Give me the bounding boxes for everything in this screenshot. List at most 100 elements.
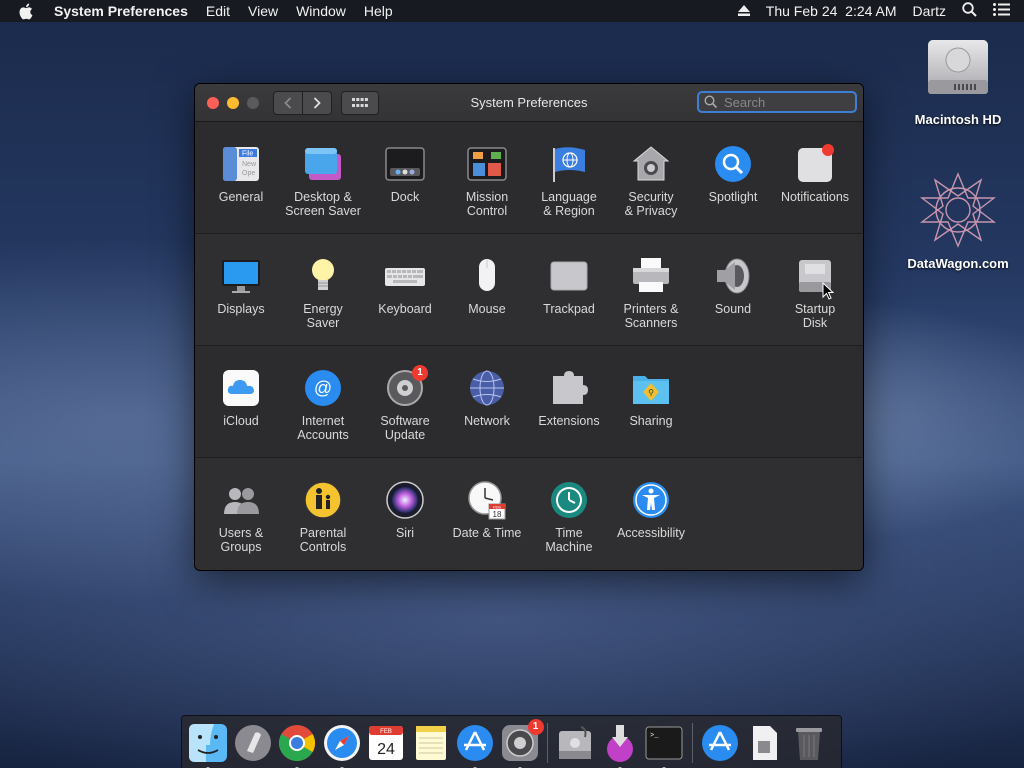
pref-sharing[interactable]: ⚲ Sharing <box>610 346 692 457</box>
pref-label: Language & Region <box>541 190 597 218</box>
svg-text:File: File <box>242 151 253 158</box>
pref-label: General <box>218 190 264 204</box>
pref-label: Dock <box>390 190 420 204</box>
pref-mission-control[interactable]: Mission Control <box>446 122 528 233</box>
spotlight-search-icon[interactable] <box>962 2 977 20</box>
pref-parental-controls[interactable]: Parental Controls <box>282 458 364 570</box>
terminal-icon: >_ <box>645 726 683 759</box>
pref-label: Siri <box>395 526 415 540</box>
pref-mouse[interactable]: Mouse <box>446 234 528 345</box>
app-store-downloads-icon <box>701 724 738 761</box>
zoom-window-button[interactable] <box>247 96 259 109</box>
close-window-button[interactable] <box>207 96 219 109</box>
mission-control-icon <box>467 144 507 184</box>
dock-separator <box>547 722 548 763</box>
notifications-icon <box>795 144 835 184</box>
sharing-icon: ⚲ <box>631 368 671 408</box>
pref-label: Mouse <box>468 302 506 316</box>
pref-network[interactable]: Network <box>446 346 528 457</box>
date-icon-month: FEB <box>493 505 501 510</box>
menu-view[interactable]: View <box>248 3 278 19</box>
apple-menu-icon[interactable] <box>18 3 36 20</box>
back-button[interactable] <box>273 90 303 115</box>
dock-document[interactable] <box>744 723 784 763</box>
dock-installer[interactable] <box>600 723 640 768</box>
network-icon <box>467 368 507 408</box>
dock-app-store[interactable] <box>455 723 495 768</box>
accessibility-icon <box>631 480 671 520</box>
pref-desktop-screen-saver[interactable]: Desktop & Screen Saver <box>282 122 364 233</box>
pref-language-region[interactable]: Language & Region <box>528 122 610 233</box>
minimize-window-button[interactable] <box>227 96 239 109</box>
pref-displays[interactable]: Displays <box>200 234 282 345</box>
desktop-item-macintosh-hd[interactable]: Macintosh HD <box>903 34 1013 127</box>
document-icon <box>753 725 777 760</box>
pref-icloud[interactable]: iCloud <box>200 346 282 457</box>
menubar-clock[interactable]: Thu Feb 24 2:24 AM <box>766 3 897 19</box>
mouse-pointer-icon <box>822 281 835 305</box>
svg-text:⚲: ⚲ <box>648 388 654 397</box>
pref-accessibility[interactable]: Accessibility <box>610 458 692 570</box>
preferences-row-system: Users & Groups Parental Controls Siri FE… <box>195 458 863 570</box>
pref-extensions[interactable]: Extensions <box>528 346 610 457</box>
menu-help[interactable]: Help <box>364 3 393 19</box>
chrome-icon <box>278 724 316 761</box>
pref-trackpad[interactable]: Trackpad <box>528 234 610 345</box>
dock-launchpad[interactable] <box>233 723 273 763</box>
pref-dock[interactable]: Dock <box>364 122 446 233</box>
pref-startup-disk[interactable]: Startup Disk <box>774 234 856 345</box>
pref-spotlight[interactable]: Spotlight <box>692 122 774 233</box>
pref-general[interactable]: File New Ope General <box>200 122 282 233</box>
dock-downloads[interactable] <box>700 723 740 763</box>
forward-button[interactable] <box>303 90 332 115</box>
pref-sound[interactable]: Sound <box>692 234 774 345</box>
dock-calendar[interactable]: FEB 24 <box>366 723 406 763</box>
users-groups-icon <box>221 480 261 520</box>
pref-label: Spotlight <box>708 190 758 204</box>
pref-label: Displays <box>217 302 265 316</box>
window-titlebar: System Preferences <box>195 84 863 122</box>
pref-users-groups[interactable]: Users & Groups <box>200 458 282 570</box>
update-count-badge: 1 <box>412 365 428 381</box>
pref-security-privacy[interactable]: Security & Privacy <box>610 122 692 233</box>
pref-energy-saver[interactable]: Energy Saver <box>282 234 364 345</box>
search-input[interactable] <box>722 93 846 111</box>
pref-notifications[interactable]: Notifications <box>774 122 856 233</box>
eject-icon[interactable] <box>737 3 750 19</box>
disk-utility-icon <box>559 725 591 759</box>
menu-edit[interactable]: Edit <box>206 3 230 19</box>
pref-time-machine[interactable]: Time Machine <box>528 458 610 570</box>
menu-window[interactable]: Window <box>296 3 346 19</box>
menubar-user[interactable]: Dartz <box>913 3 946 19</box>
notification-center-icon[interactable] <box>993 3 1010 19</box>
dock-chrome[interactable] <box>277 723 317 768</box>
language-region-icon <box>549 144 589 184</box>
desktop-screensaver-icon <box>303 144 343 184</box>
desktop-item-datawagon[interactable]: DataWagon.com <box>903 170 1013 271</box>
pref-printers-scanners[interactable]: Printers & Scanners <box>610 234 692 345</box>
parental-controls-icon <box>303 480 343 520</box>
dock-system-preferences[interactable]: 1 <box>500 718 544 768</box>
dock-notes[interactable] <box>411 723 451 763</box>
trash-icon <box>795 727 822 760</box>
pref-date-time[interactable]: FEB 18 Date & Time <box>446 458 528 570</box>
mouse-icon <box>467 256 507 296</box>
pref-siri[interactable]: Siri <box>364 458 446 570</box>
pref-internet-accounts[interactable]: @ Internet Accounts <box>282 346 364 457</box>
search-field[interactable] <box>697 91 857 113</box>
dock-terminal[interactable]: >_ <box>644 723 684 768</box>
icloud-icon <box>221 368 261 408</box>
dock-trash[interactable] <box>789 723 829 763</box>
dock-finder[interactable] <box>188 723 228 768</box>
safari-icon <box>323 724 360 761</box>
show-all-button[interactable] <box>341 90 379 115</box>
preferences-row-internet: iCloud @ Internet Accounts 1 Software Up… <box>195 346 863 458</box>
dock-disk-utility[interactable] <box>555 723 595 763</box>
pref-software-update[interactable]: 1 Software Update <box>364 346 446 457</box>
pref-keyboard[interactable]: Keyboard <box>364 234 446 345</box>
desktop-item-label: Macintosh HD <box>914 112 1002 127</box>
dock-safari[interactable] <box>322 723 362 768</box>
pref-label: Keyboard <box>378 302 432 316</box>
app-menu[interactable]: System Preferences <box>54 3 188 19</box>
pref-label: Mission Control <box>465 190 509 218</box>
